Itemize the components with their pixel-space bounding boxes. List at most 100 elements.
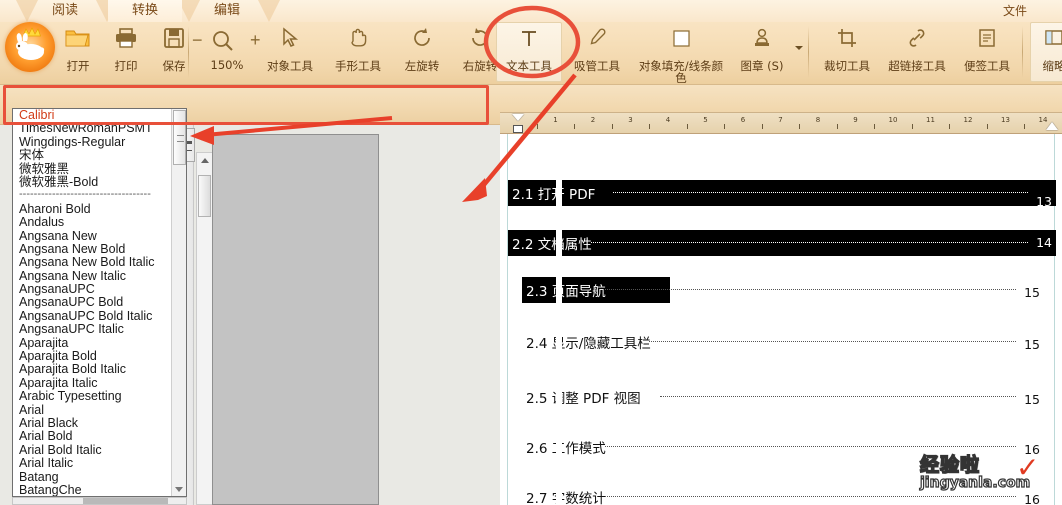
font-list-item[interactable]: Aparajita Bold (13, 349, 186, 363)
font-list-item[interactable]: Aparajita (13, 336, 186, 350)
toc-entry[interactable]: 2.1 打开 PDF 13 (508, 180, 1056, 209)
font-list-item[interactable]: TimesNewRomanPSMT (13, 121, 186, 135)
ribbon-label-fill-color: 对象填充/线条颜色 (638, 59, 724, 86)
ruler-tick-label: 3 (628, 116, 633, 124)
sidebar-close-icon[interactable]: ✕ (198, 132, 210, 144)
font-list-item[interactable]: Arial Bold (13, 429, 186, 443)
font-list-item[interactable]: AngsanaUPC Bold (13, 296, 186, 310)
ribbon-button-rotate-left[interactable]: 左旋转 (394, 26, 450, 72)
ribbon-button-crop[interactable]: 裁切工具 (818, 26, 876, 72)
font-list-item[interactable]: Batang (13, 470, 186, 484)
font-list-scroll-thumb[interactable] (173, 110, 186, 165)
sidebar-scrollbar[interactable] (196, 152, 213, 505)
ribbon-button-hyperlink[interactable]: 超链接工具 (882, 26, 952, 72)
ribbon-button-text-tool[interactable]: 文本工具 (496, 26, 562, 72)
stamp-dropdown-arrow-icon[interactable] (795, 46, 803, 50)
font-list-divider: ------------------------------------ (19, 189, 151, 201)
font-list-item[interactable]: Aparajita Italic (13, 376, 186, 390)
document-page-preview[interactable] (212, 134, 379, 505)
font-list-hscrollbar[interactable] (12, 497, 187, 505)
menu-file[interactable]: 文件 (988, 0, 1042, 22)
font-list-item[interactable]: Angsana New Bold (13, 242, 186, 256)
ribbon-button-save[interactable]: 保存 (152, 26, 196, 72)
zoom-control[interactable]: − + (192, 28, 262, 58)
ribbon-label-text-tool: 文本工具 (506, 59, 552, 73)
toc-entry-page: 15 (1024, 285, 1040, 300)
rabbit-crown-logo[interactable] (5, 22, 55, 72)
font-list-item[interactable]: 微软雅黑 (13, 162, 186, 176)
ribbon-button-hand-tool[interactable]: 手形工具 (326, 26, 390, 72)
toc-entry-title: 2.5 调整 PDF 视图 (526, 391, 641, 407)
ribbon-button-stamp[interactable]: 图章 (S) (732, 26, 792, 72)
font-list-hscroll-thumb[interactable] (83, 498, 168, 504)
font-list-item[interactable]: 微软雅黑-Bold (13, 175, 186, 189)
toc-leader-dots (605, 446, 1016, 447)
font-list-item[interactable]: BatangChe (13, 483, 186, 496)
ruler-tick-mark (761, 124, 763, 129)
font-list-item[interactable]: Angsana New (13, 229, 186, 243)
toc-entry-title: 2.6 工作模式 (526, 441, 606, 457)
scrollbar-thumb[interactable] (198, 175, 211, 217)
ribbon-label-open: 打开 (66, 59, 90, 73)
right-indent-marker[interactable] (1046, 122, 1058, 130)
toc-entry-page: 15 (1024, 392, 1040, 407)
font-dropdown-list[interactable]: Calibri TimesNewRomanPSMT Wingdings-Regula… (12, 108, 187, 497)
toc-entry[interactable]: 2.5 调整 PDF 视图 15 (522, 384, 1042, 410)
ruler-tick-mark (724, 124, 726, 129)
font-list-item[interactable]: Andalus (13, 215, 186, 229)
ribbon-label-hyperlink: 超链接工具 (888, 59, 946, 73)
font-list-item[interactable]: Arial Bold Italic (13, 443, 186, 457)
tab-read[interactable]: 阅读 (28, 0, 102, 22)
font-list-scrollbar[interactable] (171, 109, 186, 496)
ribbon-button-sticky-note[interactable]: 便签工具 (958, 26, 1016, 72)
toc-entry[interactable]: 2.7 字数统计 16 (522, 484, 1042, 505)
font-list-item[interactable]: Arial (13, 403, 186, 417)
document-view[interactable]: 2.1 打开 PDF 13 2.2 文档属性 14 2.3 页面导航 15 2.4 显示/隐… (500, 134, 1062, 505)
text-T-icon (496, 26, 562, 60)
toc-entry-title: 2.1 打开 PDF (512, 187, 596, 203)
font-list-item[interactable]: Calibri (13, 109, 186, 122)
ribbon-label-crop: 裁切工具 (824, 59, 870, 73)
toc-entry[interactable]: 2.4 显示/隐藏工具栏 15 (522, 329, 1042, 355)
font-list-item[interactable]: Aparajita Bold Italic (13, 363, 186, 377)
tab-edit[interactable]: 编辑 (190, 0, 264, 22)
horizontal-ruler[interactable]: 1 2 3 4 5 6 7 8 9 10 11 12 13 14 (500, 112, 1062, 134)
left-indent-marker[interactable] (513, 125, 523, 133)
scroll-down-arrow-icon[interactable] (175, 487, 183, 492)
toc-entry[interactable]: 2.6 工作模式 16 (522, 434, 1042, 460)
toc-leader-dots (649, 341, 1016, 342)
font-list-item[interactable]: AngsanaUPC (13, 282, 186, 296)
toc-entry[interactable]: 2.2 文档属性 14 (508, 230, 1056, 256)
tab-convert[interactable]: 转换 (108, 0, 182, 22)
font-list-item[interactable]: Angsana New Italic (13, 269, 186, 283)
font-list-item[interactable]: Arial Italic (13, 456, 186, 470)
toc-entry-title: 2.2 文档属性 (512, 237, 592, 253)
font-list-item[interactable]: Aharoni Bold (13, 202, 186, 216)
ruler-tick-label: 6 (740, 116, 746, 124)
font-list-item[interactable]: AngsanaUPC Italic (13, 322, 186, 336)
ribbon-label-print: 打印 (114, 59, 138, 73)
ruler-tick-label: 13 (1001, 116, 1010, 124)
font-list-item[interactable]: 宋体 (13, 148, 186, 162)
stamp-icon (732, 26, 792, 60)
ribbon-button-open[interactable]: 打开 (56, 26, 100, 72)
toc-entry[interactable]: 2.3 页面导航 15 (522, 277, 1042, 303)
ruler-tick-mark (836, 124, 838, 129)
font-list-item[interactable]: Arabic Typesetting (13, 389, 186, 403)
zoom-out-button[interactable]: − (192, 30, 203, 51)
scroll-up-arrow-icon[interactable] (201, 158, 209, 163)
ribbon-button-print[interactable]: 打印 (104, 26, 148, 72)
ruler-tick-mark (986, 124, 988, 129)
font-list-item[interactable]: AngsanaUPC Bold Italic (13, 309, 186, 323)
font-list-item[interactable]: Arial Black (13, 416, 186, 430)
ribbon-button-object-tool[interactable]: 对象工具 (258, 26, 322, 72)
font-list-item[interactable]: Angsana New Bold Italic (13, 255, 186, 269)
ribbon-button-thumbnail[interactable]: 缩略 (1030, 26, 1062, 72)
ruler-tick-label: 10 (888, 116, 898, 124)
toc-entry-page: 14 (1036, 235, 1052, 250)
floppy-disk-icon (152, 26, 196, 60)
ribbon-button-fill-color[interactable]: 对象填充/线条颜色 (634, 26, 728, 84)
first-line-indent-marker[interactable] (512, 114, 524, 121)
ribbon-button-eyedropper[interactable]: 吸管工具 (566, 26, 628, 72)
ruler-tick-label: 12 (963, 116, 973, 124)
